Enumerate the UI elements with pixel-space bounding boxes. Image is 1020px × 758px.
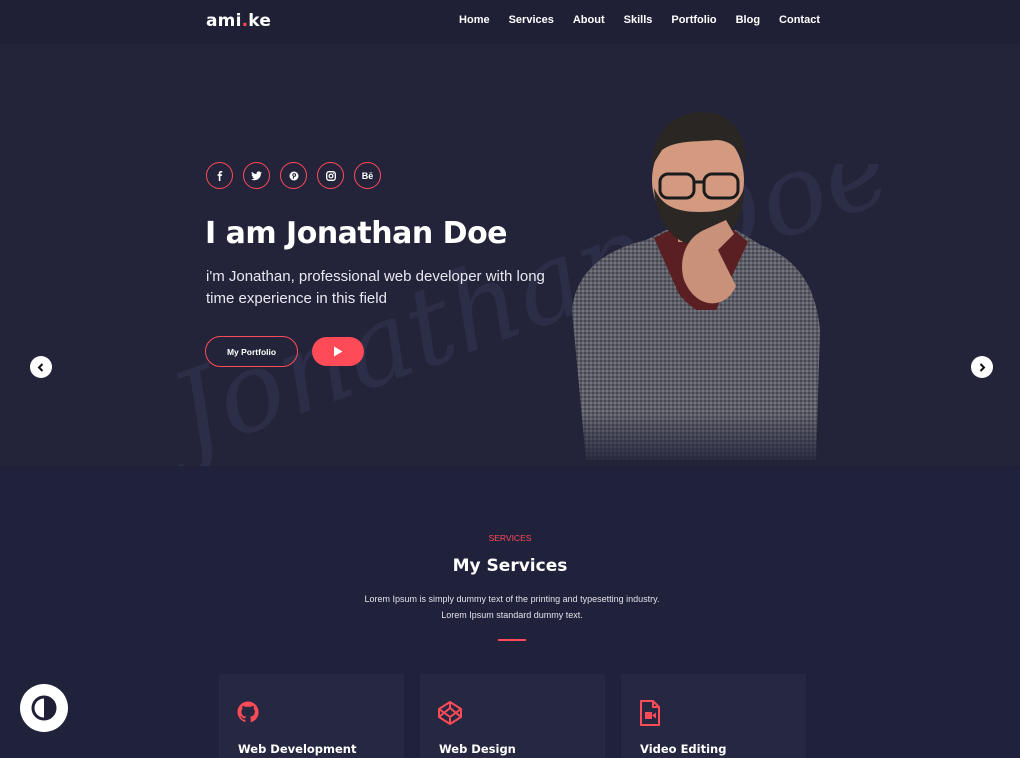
main-nav: Home Services About Skills Portfolio Blo…	[440, 14, 820, 26]
pinterest-icon[interactable]	[280, 162, 307, 189]
hero-title: I am Jonathan Doe	[205, 216, 508, 251]
theme-toggle-button[interactable]	[20, 684, 68, 732]
services-title: My Services	[452, 556, 568, 576]
nav-about[interactable]: About	[573, 14, 605, 26]
play-icon	[334, 346, 343, 357]
service-card-title: Web Design	[439, 742, 516, 756]
slider-prev-button[interactable]	[30, 356, 52, 378]
hero-description: i'm Jonathan, professional web developer…	[206, 268, 545, 307]
services-section: SERVICES My Services Lorem Ipsum is simp…	[0, 466, 1020, 758]
nav-services[interactable]: Services	[509, 14, 554, 26]
social-links: Bē	[206, 162, 381, 189]
service-card-web-development[interactable]: Web Development	[219, 674, 404, 758]
hero-section: Jonathan Doe Bē I am Jonathan Doe i'm Jo…	[0, 44, 1020, 466]
nav-skills[interactable]: Skills	[624, 14, 653, 26]
behance-icon[interactable]: Bē	[354, 162, 381, 189]
slider-next-button[interactable]	[971, 356, 993, 378]
service-card-video-editing[interactable]: Video Editing	[621, 674, 806, 758]
contrast-icon	[31, 695, 57, 721]
my-portfolio-button[interactable]: My Portfolio	[205, 336, 298, 367]
play-video-button[interactable]	[312, 337, 364, 366]
site-logo[interactable]: ami.ke	[206, 11, 271, 31]
service-card-title: Web Development	[238, 742, 357, 756]
nav-contact[interactable]: Contact	[779, 14, 820, 26]
chevron-left-icon	[37, 362, 44, 372]
video-file-icon	[640, 700, 660, 726]
facebook-icon[interactable]	[206, 162, 233, 189]
services-description: Lorem Ipsum is simply dummy text of the …	[364, 594, 660, 620]
service-card-web-design[interactable]: Web Design	[420, 674, 605, 758]
section-divider	[498, 639, 526, 641]
nav-blog[interactable]: Blog	[736, 14, 760, 26]
twitter-icon[interactable]	[243, 162, 270, 189]
nav-home[interactable]: Home	[459, 14, 490, 26]
service-cards: Web Development Web Design Video Editing	[219, 674, 806, 758]
instagram-icon[interactable]	[317, 162, 344, 189]
services-eyebrow: SERVICES	[488, 533, 532, 543]
site-header: ami.ke Home Services About Skills Portfo…	[0, 0, 1020, 44]
github-icon	[237, 701, 259, 723]
nav-portfolio[interactable]: Portfolio	[671, 14, 716, 26]
codepen-icon	[438, 701, 462, 725]
profile-photo	[566, 110, 832, 466]
chevron-right-icon	[979, 362, 986, 372]
service-card-title: Video Editing	[640, 742, 727, 756]
